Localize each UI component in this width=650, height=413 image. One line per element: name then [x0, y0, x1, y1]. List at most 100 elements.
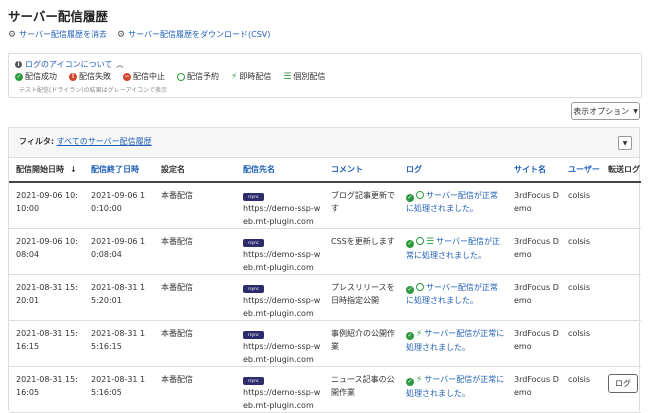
history-panel: フィルタ: すべてのサーバー配信履歴 ▼ 配信開始日時 ↓ 配信終了日時 設定名 … — [8, 127, 641, 413]
download-csv-label: サーバー配信履歴をダウンロード(CSV) — [128, 30, 271, 39]
check-icon: ✓ — [406, 378, 414, 386]
icon-legend-box: i ログのアイコンについて ︽ ✓ 配信成功 ! 配信失敗 − 配信中止 配信予約 ⚡… — [8, 53, 642, 98]
cell-site: 3rdFocus Demo — [507, 366, 561, 413]
cell-user: colsis — [561, 228, 601, 275]
legend-individual: ☰ 個別配信 — [283, 71, 326, 82]
rsync-badge: rsync — [243, 193, 264, 201]
cell-dest: rsync https://demo-ssp-web.mt-plugin.com — [236, 228, 324, 275]
bolt-icon: ⚡ — [231, 71, 238, 82]
check-icon: ✓ — [15, 72, 23, 81]
check-icon: ✓ — [406, 332, 414, 340]
cell-comment: ブログ記事更新です — [324, 182, 399, 229]
cell-end: 2021-08-31 15:16:15 — [84, 320, 154, 367]
cell-start: 2021-08-31 15:20:01 — [9, 274, 84, 321]
cell-comment: 事例紹介の公開作業 — [324, 320, 399, 367]
cell-comment: ニュース記事の公開作業 — [324, 366, 399, 413]
legend-heading: ログのアイコンについて — [25, 60, 113, 69]
clock-icon — [416, 237, 424, 245]
cell-log: ✓ ⚡ サーバー配信が正常に処理されました。 — [399, 320, 507, 367]
cell-start: 2021-09-06 10:08:04 — [9, 228, 84, 275]
list-icon: ☰ — [283, 71, 292, 82]
table-row: 2021-08-31 15:16:05 2021-08-31 15:16:05 本番… — [9, 366, 641, 413]
filter-bar: フィルタ: すべてのサーバー配信履歴 ▼ — [9, 128, 639, 158]
rsync-badge: rsync — [243, 285, 264, 293]
dest-url: https://demo-ssp-web.mt-plugin.com — [243, 204, 321, 226]
cell-log: ✓ ☰ サーバー配信が正常に処理されました。 — [399, 228, 507, 275]
cell-site: 3rdFocus Demo — [507, 274, 561, 321]
col-user[interactable]: ユーザー — [561, 157, 601, 183]
col-dest[interactable]: 配信先名 — [236, 157, 324, 183]
dest-url: https://demo-ssp-web.mt-plugin.com — [243, 250, 321, 272]
cell-end: 2021-08-31 15:20:01 — [84, 274, 154, 321]
cell-start: 2021-08-31 15:16:05 — [9, 366, 84, 413]
clock-icon — [416, 283, 424, 291]
cell-log: ✓ ⚡ サーバー配信が正常に処理されました。 — [399, 366, 507, 413]
display-options-button[interactable]: 表示オプション ▼ — [571, 102, 640, 120]
legend-toggle[interactable]: i ログのアイコンについて ︽ — [15, 59, 123, 70]
col-log[interactable]: ログ — [399, 157, 507, 183]
filter-dropdown-button[interactable]: ▼ — [618, 136, 632, 150]
caret-down-icon: ▼ — [622, 139, 628, 147]
cell-end: 2021-09-06 10:08:04 — [84, 228, 154, 275]
cell-dest: rsync https://demo-ssp-web.mt-plugin.com — [236, 366, 324, 413]
col-comment[interactable]: コメント — [324, 157, 399, 183]
cell-log: ✓ サーバー配信が正常に処理されました。 — [399, 274, 507, 321]
cell-setting: 本番配信 — [154, 228, 236, 275]
cell-end: 2021-08-31 15:16:05 — [84, 366, 154, 413]
cell-log: ✓ サーバー配信が正常に処理されました。 — [399, 182, 507, 229]
col-site[interactable]: サイト名 — [507, 157, 561, 183]
cell-transfer — [601, 320, 641, 367]
cell-setting: 本番配信 — [154, 182, 236, 229]
cell-transfer — [601, 182, 641, 229]
legend-failure: ! 配信失敗 — [69, 71, 111, 82]
cell-start: 2021-08-31 15:16:15 — [9, 320, 84, 367]
cell-user: colsis — [561, 366, 601, 413]
legend-items: ✓ 配信成功 ! 配信失敗 − 配信中止 配信予約 ⚡ 即時配信 ☰ 個別配信 — [15, 71, 337, 82]
legend-success: ✓ 配信成功 — [15, 72, 57, 81]
legend-instant: ⚡ 即時配信 — [231, 71, 272, 82]
dest-url: https://demo-ssp-web.mt-plugin.com — [243, 388, 321, 410]
filter-label: フィルタ: すべてのサーバー配信履歴 — [19, 137, 152, 146]
cell-site: 3rdFocus Demo — [507, 228, 561, 275]
download-csv-link[interactable]: ⚙ サーバー配信履歴をダウンロード(CSV) — [117, 29, 270, 40]
gear-icon: ⚙ — [117, 29, 126, 40]
caret-down-icon: ▼ — [633, 107, 638, 115]
cell-comment: CSSを更新します — [324, 228, 399, 275]
bolt-icon: ⚡ — [416, 375, 423, 385]
gear-icon: ⚙ — [8, 29, 17, 40]
table-row: 2021-09-06 10:10:00 2021-09-06 10:10:00 本番… — [9, 182, 641, 229]
legend-note: テスト配信(ドライラン)の結果はグレーアイコンで表示 — [19, 87, 168, 94]
cell-setting: 本番配信 — [154, 366, 236, 413]
legend-cancel: − 配信中止 — [123, 72, 165, 81]
sort-desc-icon: ↓ — [70, 164, 77, 174]
cell-user: colsis — [561, 274, 601, 321]
cell-comment: プレスリリースを日時指定公開 — [324, 274, 399, 321]
rsync-badge: rsync — [243, 239, 264, 247]
cell-transfer — [601, 228, 641, 275]
history-table: 配信開始日時 ↓ 配信終了日時 設定名 配信先名 コメント ログ サイト名 ユーザ… — [9, 157, 641, 413]
col-start[interactable]: 配信開始日時 ↓ — [9, 157, 84, 183]
rsync-badge: rsync — [243, 377, 264, 385]
cell-transfer: ログ — [601, 366, 641, 413]
cell-dest: rsync https://demo-ssp-web.mt-plugin.com — [236, 320, 324, 367]
dest-url: https://demo-ssp-web.mt-plugin.com — [243, 296, 321, 318]
transfer-log-button[interactable]: ログ — [608, 374, 638, 393]
info-icon: i — [15, 61, 22, 68]
cell-setting: 本番配信 — [154, 320, 236, 367]
rsync-badge: rsync — [243, 331, 264, 339]
cell-setting: 本番配信 — [154, 274, 236, 321]
table-row: 2021-09-06 10:08:04 2021-09-06 10:08:04 本番… — [9, 228, 641, 275]
filter-value-link[interactable]: すべてのサーバー配信履歴 — [57, 137, 152, 146]
list-icon: ☰ — [426, 237, 435, 247]
cell-dest: rsync https://demo-ssp-web.mt-plugin.com — [236, 182, 324, 229]
clear-history-link[interactable]: ⚙ サーバー配信履歴を消去 — [8, 29, 107, 40]
stop-icon: − — [123, 72, 131, 81]
cell-site: 3rdFocus Demo — [507, 320, 561, 367]
col-end[interactable]: 配信終了日時 — [84, 157, 154, 183]
error-icon: ! — [69, 72, 77, 81]
cell-dest: rsync https://demo-ssp-web.mt-plugin.com — [236, 274, 324, 321]
cell-transfer — [601, 274, 641, 321]
col-transfer: 転送ログ — [601, 157, 641, 183]
table-row: 2021-08-31 15:20:01 2021-08-31 15:20:01 本番… — [9, 274, 641, 321]
page-actions: ⚙ サーバー配信履歴を消去 ⚙ サーバー配信履歴をダウンロード(CSV) — [8, 29, 280, 40]
